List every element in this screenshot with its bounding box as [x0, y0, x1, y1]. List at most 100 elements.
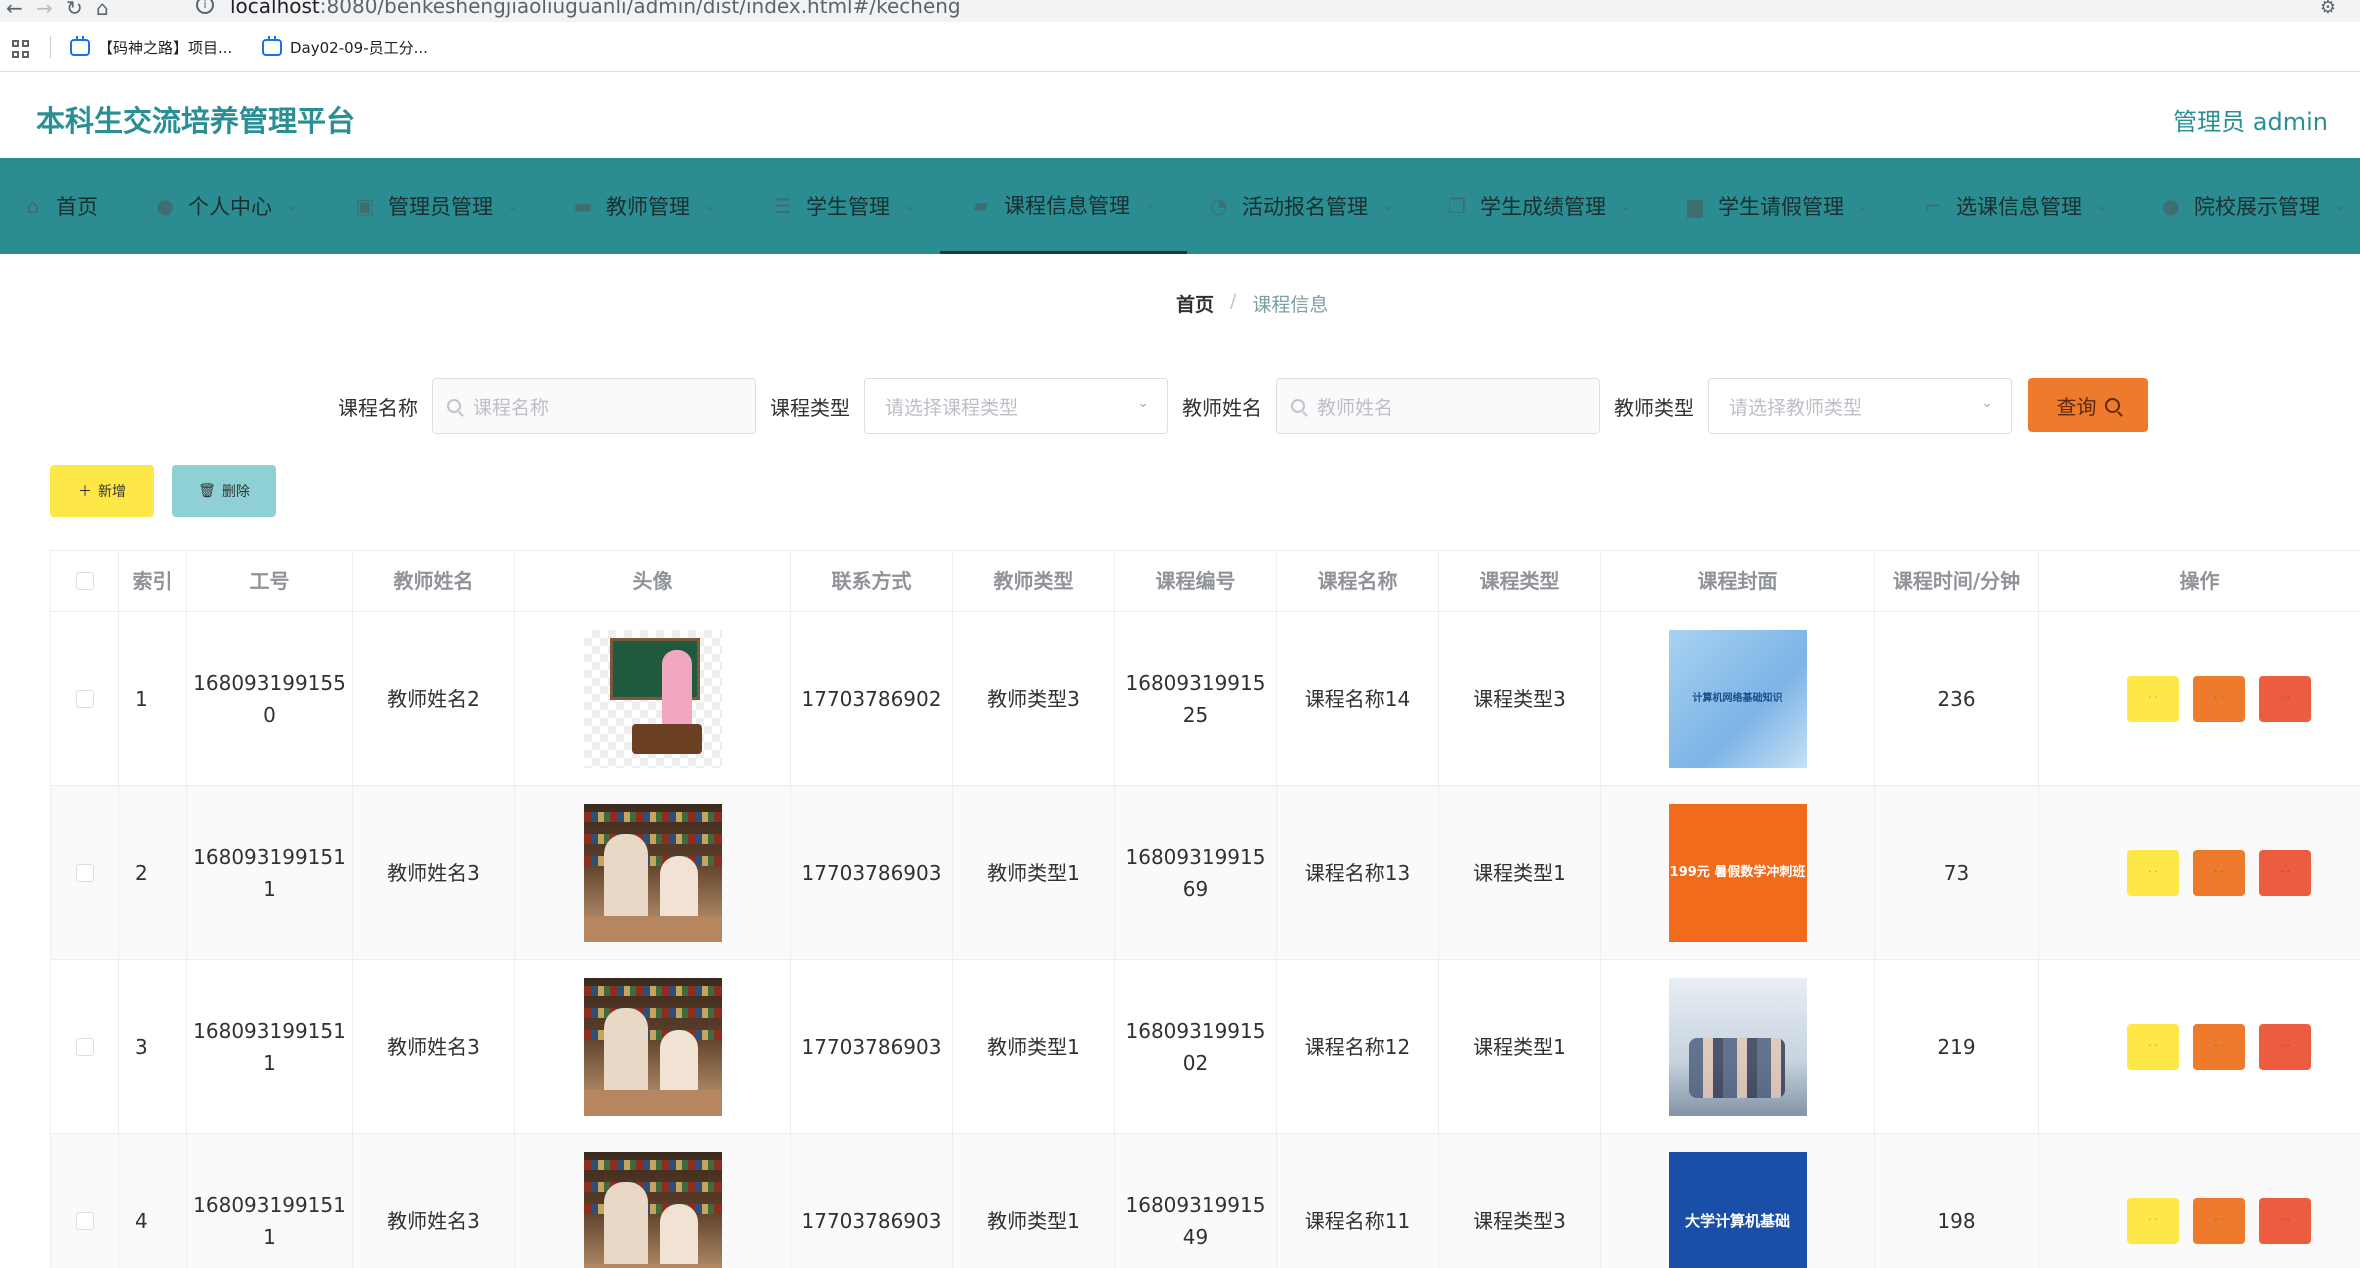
column-header[interactable]: 课程时间/分钟 — [1875, 551, 2039, 611]
table-row[interactable]: 3 168093199151 1 教师姓名3 17703786903 教师类型1… — [51, 959, 2360, 1133]
job-no-line: 1 — [263, 1050, 276, 1075]
cover-image[interactable]: 计算机网络基础知识 — [1668, 629, 1807, 768]
nav-item-select[interactable]: ⌐ 选课信息管理 ⌄ — [1922, 158, 2107, 254]
nav-label: 个人中心 — [188, 195, 272, 219]
avatar-image[interactable] — [583, 977, 722, 1116]
query-button[interactable]: 查询 — [2028, 378, 2148, 432]
edit-button[interactable]: · · — [2193, 849, 2245, 896]
table-row[interactable]: 1 168093199155 0 教师姓名2 17703786902 教师类型3… — [51, 611, 2360, 785]
column-header[interactable]: 联系方式 — [791, 551, 953, 611]
reload-icon[interactable]: ↻ — [66, 0, 83, 20]
remove-button[interactable]: · · — [2259, 675, 2311, 722]
chevron-down-icon: ⌄ — [1620, 198, 1631, 214]
index-cell: 3 — [119, 960, 187, 1133]
nav-item-school[interactable]: ● 院校展示管理 ⌄ — [2160, 158, 2345, 254]
phone-cell: 17703786903 — [791, 1134, 953, 1268]
chevron-down-icon: ⌄ — [507, 198, 518, 214]
avatar-image[interactable] — [583, 629, 722, 768]
photo-shape — [1688, 1037, 1785, 1098]
delete-button[interactable]: 🗑 删除 — [172, 465, 276, 517]
column-header[interactable]: 课程编号 — [1115, 551, 1277, 611]
cover-image[interactable]: 大学计算机基础 — [1668, 1151, 1807, 1268]
avatar-image[interactable] — [583, 803, 722, 942]
remove-button[interactable]: · · — [2259, 1197, 2311, 1244]
column-header[interactable]: 课程名称 — [1277, 551, 1439, 611]
extension-icon[interactable]: ⚙ — [2320, 0, 2336, 18]
view-button[interactable]: · · — [2127, 1197, 2179, 1244]
nav-item-home[interactable]: ⌂ 首页 — [22, 158, 98, 254]
app-title: 本科生交流培养管理平台 — [36, 104, 356, 138]
job-no-line: 1 — [263, 876, 276, 901]
edit-button[interactable]: · · — [2193, 1197, 2245, 1244]
column-header[interactable]: 教师姓名 — [353, 551, 515, 611]
select-all-checkbox[interactable] — [75, 572, 94, 590]
person-shape — [659, 1203, 698, 1268]
nav-item-teacher[interactable]: ▬ 教师管理 ⌄ — [572, 158, 715, 254]
view-button[interactable]: · · — [2127, 1023, 2179, 1070]
nav-item-profile[interactable]: ● 个人中心 ⌄ — [154, 158, 297, 254]
view-button[interactable]: · · — [2127, 675, 2179, 722]
minutes-cell: 73 — [1875, 786, 2039, 959]
cover-image[interactable] — [1668, 977, 1807, 1116]
teacher-name-label: 教师姓名 — [1182, 396, 1262, 420]
row-checkbox[interactable] — [75, 689, 94, 708]
actions-cell: · · · · · · — [2039, 1134, 2360, 1268]
nav-item-grade[interactable]: ❐ 学生成绩管理 ⌄ — [1446, 158, 1631, 254]
row-checkbox[interactable] — [75, 1211, 94, 1230]
job-no-line: 168093199151 — [193, 1018, 346, 1043]
nav-item-course[interactable]: ▰ 课程信息管理 ⌄ — [940, 158, 1187, 254]
select-all-cell — [51, 551, 119, 611]
column-header[interactable]: 课程类型 — [1439, 551, 1601, 611]
apps-grid-icon[interactable] — [12, 40, 30, 58]
avatar-image[interactable] — [583, 1151, 722, 1268]
current-user[interactable]: 管理员 admin — [2173, 102, 2328, 137]
table-row[interactable]: 4 168093199151 1 教师姓名3 17703786903 教师类型1… — [51, 1133, 2360, 1268]
course-name-cell: 课程名称14 — [1277, 612, 1439, 785]
remove-button[interactable]: · · — [2259, 1023, 2311, 1070]
column-header[interactable]: 课程封面 — [1601, 551, 1875, 611]
course-type-select[interactable]: 请选择课程类型 ⌄ — [864, 378, 1168, 434]
breadcrumb-separator: / — [1230, 290, 1237, 312]
bookmark-item[interactable]: 【码神之路】项目... — [70, 36, 232, 58]
row-select-cell — [51, 1134, 119, 1268]
row-checkbox[interactable] — [75, 1037, 94, 1056]
cover-image[interactable]: 199元 暑假数学冲刺班 — [1668, 803, 1807, 942]
actions-cell: · · · · · · — [2039, 786, 2360, 959]
remove-button[interactable]: · · — [2259, 849, 2311, 896]
column-header[interactable]: 教师类型 — [953, 551, 1115, 611]
site-info-icon[interactable]: i — [196, 0, 214, 14]
edit-button[interactable]: · · — [2193, 675, 2245, 722]
column-header[interactable]: 索引 — [119, 551, 187, 611]
back-icon[interactable]: ← — [6, 0, 23, 20]
course-name-cell: 课程名称12 — [1277, 960, 1439, 1133]
view-button[interactable]: · · — [2127, 849, 2179, 896]
chevron-down-icon: ⌄ — [1858, 198, 1869, 214]
column-header[interactable]: 工号 — [187, 551, 353, 611]
chevron-down-icon: ⌄ — [2334, 198, 2345, 214]
nav-item-leave[interactable]: ▆ 学生请假管理 ⌄ — [1684, 158, 1869, 254]
search-icon — [2104, 397, 2120, 413]
column-header[interactable]: 头像 — [515, 551, 791, 611]
teacher-name-input[interactable]: 教师姓名 — [1276, 378, 1600, 434]
nav-item-activity[interactable]: ◔ 活动报名管理 ⌄ — [1208, 158, 1393, 254]
grade-icon: ❐ — [1448, 194, 1466, 218]
nav-item-student[interactable]: ☰ 学生管理 ⌄ — [772, 158, 915, 254]
url-field[interactable]: localhost:8080/benkeshengjiaoliuguanli/a… — [230, 0, 961, 18]
course-name-input[interactable]: 课程名称 — [432, 378, 756, 434]
breadcrumb-home[interactable]: 首页 — [1176, 290, 1214, 317]
teacher-type-label: 教师类型 — [1614, 396, 1694, 420]
breadcrumb-current: 课程信息 — [1252, 294, 1329, 316]
job-no-line: 168093199151 — [193, 1192, 346, 1217]
nav-item-admin[interactable]: ▣ 管理员管理 ⌄ — [354, 158, 518, 254]
table-row[interactable]: 2 168093199151 1 教师姓名3 17703786903 教师类型1… — [51, 785, 2360, 959]
edit-button[interactable]: · · — [2193, 1023, 2245, 1070]
forward-icon[interactable]: → — [36, 0, 53, 20]
row-checkbox[interactable] — [75, 863, 94, 882]
bookmark-item[interactable]: Day02-09-员工分... — [262, 36, 428, 58]
course-name-label: 课程名称 — [338, 396, 418, 420]
home-icon[interactable]: ⌂ — [96, 0, 109, 20]
add-button[interactable]: ＋ 新增 — [50, 465, 154, 517]
teacher-type-select[interactable]: 请选择教师类型 ⌄ — [1708, 378, 2012, 434]
job-no-line: 1 — [263, 1224, 276, 1249]
nav-label: 教师管理 — [606, 195, 690, 219]
